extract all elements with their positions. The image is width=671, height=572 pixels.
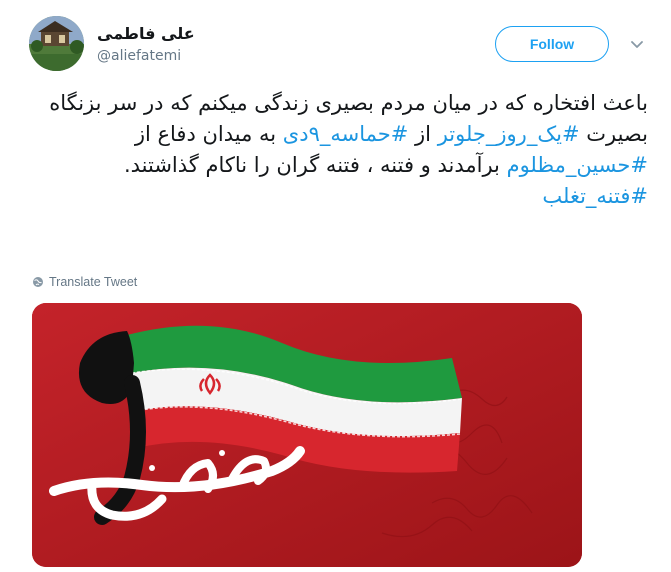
tweet-text-segment: به میدان دفاع از [134, 122, 283, 146]
hashtag-link[interactable]: #حسین_مظلوم [507, 153, 648, 177]
author-name[interactable]: علی فاطمی [97, 24, 195, 43]
tweet-text-segment: از [408, 122, 438, 146]
chevron-down-icon[interactable] [629, 36, 645, 52]
hashtag-link[interactable]: #یک_روز_جلوتر [438, 122, 580, 146]
tweet-header: علی فاطمی @aliefatemi Follow [29, 14, 649, 74]
tweet-media-image[interactable] [32, 303, 582, 567]
hashtag-link[interactable]: #حماسه_۹دی [283, 122, 409, 146]
globe-icon [33, 277, 43, 287]
media-artwork [32, 303, 582, 567]
translate-tweet-link[interactable]: Translate Tweet [32, 273, 137, 291]
avatar[interactable] [29, 16, 84, 71]
avatar-image [29, 16, 84, 71]
tweet-text: باعث افتخاره که در میان مردم بصیری زندگی… [22, 88, 648, 212]
hashtag-link[interactable]: #فتنه_تغلب [542, 184, 648, 208]
tweet-text-segment: برآمدند و فتنه ، فتنه گران را ناکام گذاش… [123, 153, 507, 177]
translate-label: Translate Tweet [49, 275, 138, 289]
author-handle[interactable]: @aliefatemi [97, 48, 181, 64]
follow-button[interactable]: Follow [495, 26, 609, 62]
